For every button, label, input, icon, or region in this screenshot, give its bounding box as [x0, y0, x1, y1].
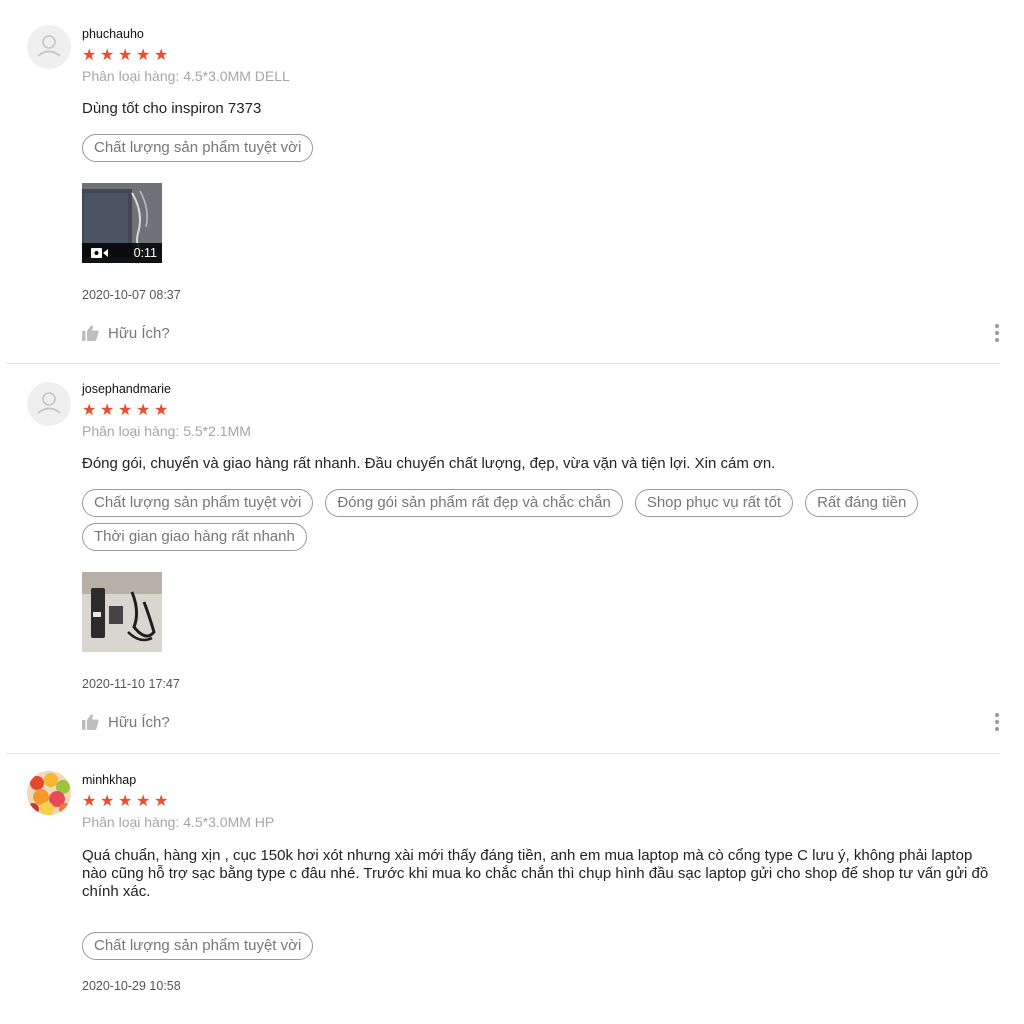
review-comment: Đóng gói, chuyển và giao hàng rất nhanh.… — [82, 455, 776, 472]
product-variation: Phân loại hàng: 4.5*3.0MM DELL — [82, 68, 290, 84]
star-icon: ★ — [154, 47, 169, 64]
product-variation: Phân loại hàng: 5.5*2.1MM — [82, 423, 251, 439]
review-tags: Chất lượng sản phẩm tuyệt vời Đóng gói s… — [82, 489, 984, 551]
star-icon: ★ — [82, 402, 97, 419]
star-icon: ★ — [154, 793, 169, 810]
review-comment: Quá chuẩn, hàng xịn , cục 150k hơi xót n… — [82, 847, 989, 900]
review-timestamp: 2020-11-10 17:47 — [82, 677, 180, 691]
star-icon: ★ — [118, 793, 133, 810]
star-icon: ★ — [82, 793, 97, 810]
star-icon: ★ — [82, 47, 97, 64]
star-icon: ★ — [118, 402, 133, 419]
review-tag: Chất lượng sản phẩm tuyệt vời — [82, 489, 314, 517]
review-timestamp: 2020-10-29 10:58 — [82, 979, 181, 993]
review-timestamp: 2020-10-07 08:37 — [82, 288, 181, 302]
user-avatar-icon[interactable] — [27, 25, 71, 69]
user-avatar-icon[interactable] — [27, 771, 71, 815]
review-tags: Chất lượng sản phẩm tuyệt vời — [82, 134, 984, 162]
thumbs-up-icon — [82, 714, 99, 730]
review-image-thumbnail[interactable] — [82, 572, 162, 652]
review-item: minhkhap ★ ★ ★ ★ ★ Phân loại hàng: 4.5*3… — [0, 754, 1024, 1024]
star-icon: ★ — [100, 402, 115, 419]
user-avatar-icon[interactable] — [27, 382, 71, 426]
rating-stars: ★ ★ ★ ★ ★ — [82, 48, 170, 64]
star-icon: ★ — [136, 402, 151, 419]
helpful-label: Hữu Ích? — [108, 324, 170, 342]
review-item: josephandmarie ★ ★ ★ ★ ★ Phân loại hàng:… — [0, 364, 1024, 754]
review-tags: Chất lượng sản phẩm tuyệt vời — [82, 932, 984, 960]
thumbs-up-icon — [82, 325, 99, 341]
helpful-button[interactable]: Hữu Ích? — [82, 712, 170, 732]
review-comment: Dùng tốt cho inspiron 7373 — [82, 100, 262, 117]
review-tag: Chất lượng sản phẩm tuyệt vời — [82, 932, 314, 960]
review-tag: Thời gian giao hàng rất nhanh — [82, 523, 307, 551]
more-vertical-icon[interactable] — [994, 713, 1000, 731]
more-vertical-icon[interactable] — [994, 324, 1000, 342]
rating-stars: ★ ★ ★ ★ ★ — [82, 794, 170, 810]
star-icon: ★ — [136, 793, 151, 810]
review-username[interactable]: josephandmarie — [82, 382, 171, 396]
star-icon: ★ — [100, 793, 115, 810]
star-icon: ★ — [100, 47, 115, 64]
helpful-button[interactable]: Hữu Ích? — [82, 323, 170, 343]
video-overlay: 0:11 — [82, 243, 162, 263]
review-item: phuchauho ★ ★ ★ ★ ★ Phân loại hàng: 4.5*… — [0, 0, 1024, 364]
rating-stars: ★ ★ ★ ★ ★ — [82, 403, 170, 419]
helpful-label: Hữu Ích? — [108, 713, 170, 731]
review-tag: Chất lượng sản phẩm tuyệt vời — [82, 134, 314, 162]
video-duration: 0:11 — [133, 246, 157, 260]
review-tag: Đóng gói sản phẩm rất đẹp và chắc chắn — [325, 489, 623, 517]
video-camera-icon — [91, 248, 108, 258]
review-video-thumbnail[interactable]: 0:11 — [82, 183, 162, 263]
star-icon: ★ — [154, 402, 169, 419]
review-tag: Shop phục vụ rất tốt — [634, 489, 794, 517]
star-icon: ★ — [118, 47, 133, 64]
star-icon: ★ — [136, 47, 151, 64]
review-username[interactable]: minhkhap — [82, 773, 136, 787]
review-username[interactable]: phuchauho — [82, 27, 144, 41]
review-tag: Rất đáng tiền — [805, 489, 919, 517]
product-variation: Phân loại hàng: 4.5*3.0MM HP — [82, 814, 275, 830]
